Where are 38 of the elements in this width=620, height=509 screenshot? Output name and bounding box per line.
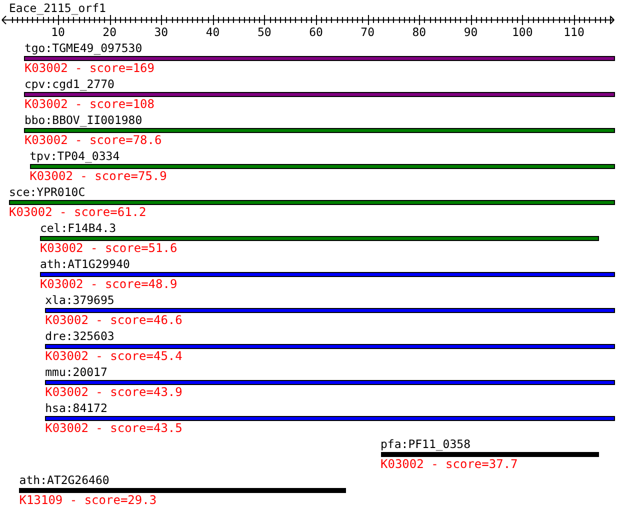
tick-label: 60 (309, 26, 323, 38)
score-label: K03002 - score=61.2 (8, 206, 146, 219)
score-label: K03002 - score=108 (24, 98, 154, 111)
gene-label: bbo:BBOV_II001980 (24, 114, 142, 127)
gene-label: xla:379695 (45, 294, 114, 307)
score-label: K03002 - score=75.9 (30, 170, 167, 183)
tick-label: 20 (102, 26, 117, 38)
gene-label: cel:F14B4.3 (40, 222, 116, 235)
tick-label: 80 (412, 26, 426, 38)
tick-label: 40 (206, 26, 220, 38)
score-label: K03002 - score=48.9 (40, 278, 178, 291)
gene-label: tgo:TGME49_097530 (24, 42, 142, 55)
gene-label: tpv:TP04_0334 (30, 150, 120, 163)
score-label: K03002 - score=169 (24, 62, 154, 75)
score-label: K03002 - score=78.6 (24, 134, 162, 147)
gene-label: ath:AT1G29940 (40, 258, 130, 271)
score-label: K03002 - score=51.6 (40, 242, 178, 255)
gene-label: cpv:cgd1_2770 (24, 78, 114, 91)
score-label: K13109 - score=29.3 (19, 494, 157, 507)
tick-label: 30 (154, 26, 168, 38)
score-label: K03002 - score=43.9 (45, 386, 182, 399)
score-label: K03002 - score=37.7 (380, 458, 518, 471)
score-label: K03002 - score=45.4 (45, 350, 182, 363)
score-label: K03002 - score=43.5 (45, 422, 182, 435)
tick-label: 70 (360, 26, 375, 38)
tick-label: 100 (512, 26, 533, 38)
gene-label: dre:325603 (45, 330, 114, 343)
score-label: K03002 - score=46.6 (45, 314, 182, 327)
tick-label: 110 (564, 26, 584, 38)
gene-label: hsa:84172 (45, 402, 108, 415)
tick-label: 50 (257, 26, 272, 38)
tick-label: 10 (51, 26, 65, 38)
gene-label: ath:AT2G26460 (19, 474, 110, 487)
gene-label: pfa:PF11_0358 (380, 438, 471, 451)
sequence-title: Eace_2115_orf1 (9, 2, 106, 15)
gene-label: mmu:20017 (45, 366, 108, 379)
tick-label: 90 (464, 26, 478, 38)
gene-label: sce:YPR010C (8, 186, 86, 199)
